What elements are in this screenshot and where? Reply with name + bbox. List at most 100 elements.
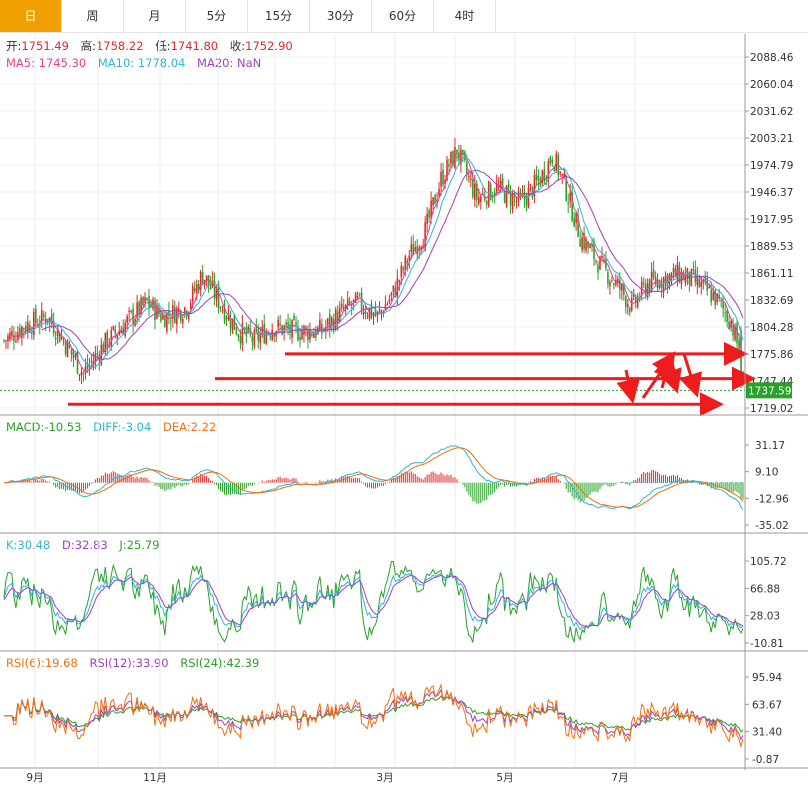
kdj-j-line bbox=[3, 561, 744, 644]
candle-body bbox=[621, 284, 623, 291]
candle-body bbox=[291, 320, 293, 338]
candle-body bbox=[154, 300, 156, 320]
candle-body bbox=[561, 174, 564, 176]
candle-body bbox=[611, 279, 613, 281]
candle-body bbox=[440, 172, 442, 187]
candle-body bbox=[330, 317, 333, 325]
candle-body bbox=[96, 353, 99, 355]
candle-body bbox=[398, 280, 401, 283]
candle-body bbox=[112, 326, 115, 330]
candle-body bbox=[358, 293, 361, 295]
candle-body bbox=[217, 286, 220, 309]
candle-body bbox=[27, 322, 29, 333]
price-tick-label: 2060.04 bbox=[750, 79, 794, 91]
candle-body bbox=[17, 332, 19, 341]
candle-body bbox=[285, 322, 287, 325]
price-tick-label: 1861.11 bbox=[750, 268, 793, 280]
candle-body bbox=[527, 187, 530, 209]
candle-body bbox=[479, 196, 482, 202]
candle-body bbox=[625, 296, 627, 308]
candle-body bbox=[698, 278, 701, 288]
candle-body bbox=[156, 304, 158, 319]
candle-body bbox=[221, 310, 224, 312]
candle-body bbox=[386, 303, 389, 305]
candle-body bbox=[301, 331, 303, 340]
candle-body bbox=[692, 269, 695, 271]
candle-body bbox=[400, 265, 403, 278]
candle-body bbox=[515, 200, 518, 202]
candle-body bbox=[265, 331, 268, 344]
candle-body bbox=[392, 285, 395, 292]
candle-body bbox=[474, 184, 476, 200]
stock-chart[interactable]: 2088.46 2060.04 2031.62 2003.21 1974.79 1946.… bbox=[0, 0, 808, 798]
rsi-tick-label: 95.94 bbox=[752, 672, 782, 684]
candle-body bbox=[438, 188, 440, 197]
candle-body bbox=[477, 197, 480, 204]
candle-body bbox=[126, 316, 128, 323]
macd-tick-label: -35.02 bbox=[755, 520, 789, 532]
candle-body bbox=[239, 336, 242, 343]
candle-body bbox=[181, 318, 184, 324]
candle-body bbox=[517, 190, 520, 200]
candle-body bbox=[537, 176, 540, 181]
candle-body bbox=[269, 335, 271, 337]
candle-body bbox=[726, 310, 728, 322]
candle-body bbox=[595, 260, 597, 262]
candle-body bbox=[15, 340, 17, 342]
price-tick-label: 1889.53 bbox=[750, 241, 793, 253]
candle-body bbox=[5, 340, 7, 342]
candle-body bbox=[511, 194, 514, 210]
price-tick-label: 1719.02 bbox=[750, 403, 793, 415]
candle-body bbox=[21, 326, 23, 339]
macd-tick-label: 31.17 bbox=[755, 440, 785, 452]
candle-body bbox=[648, 279, 651, 291]
candle-body bbox=[277, 319, 279, 327]
candle-body bbox=[388, 299, 391, 303]
candle-body bbox=[456, 149, 458, 156]
candle-body bbox=[642, 283, 645, 285]
rsi12-line bbox=[4, 688, 744, 741]
price-tick-label: 1917.95 bbox=[750, 214, 793, 226]
candle-body bbox=[720, 300, 722, 302]
candle-body bbox=[201, 272, 204, 284]
candle-body bbox=[279, 323, 281, 326]
price-tick-label: 1804.28 bbox=[750, 322, 793, 334]
candle-body bbox=[535, 174, 538, 181]
candle-body bbox=[90, 360, 93, 362]
price-tick-label: 2031.62 bbox=[750, 106, 793, 118]
candle-body bbox=[406, 260, 409, 264]
candle-body bbox=[340, 303, 343, 308]
candle-body bbox=[601, 255, 603, 258]
candle-body bbox=[448, 164, 450, 167]
candle-body bbox=[708, 286, 711, 289]
candle-body bbox=[80, 371, 83, 376]
candle-body bbox=[569, 192, 571, 202]
candle-body bbox=[7, 335, 9, 342]
candle-body bbox=[23, 328, 25, 330]
price-tick-label: 2003.21 bbox=[750, 133, 793, 145]
rsi-tick-label: 63.67 bbox=[752, 699, 782, 711]
candle-body bbox=[559, 171, 562, 174]
candle-body bbox=[295, 322, 297, 325]
candle-body bbox=[503, 191, 506, 203]
price-tick-label: 1832.69 bbox=[750, 295, 793, 307]
candle-body bbox=[193, 288, 196, 292]
candle-body bbox=[342, 306, 345, 310]
candle-body bbox=[404, 255, 407, 270]
kdj-tick-label: 105.72 bbox=[750, 556, 787, 568]
ma5-line bbox=[11, 152, 744, 373]
candle-body bbox=[82, 372, 85, 374]
rsi-tick-label: 31.40 bbox=[752, 727, 782, 739]
candle-body bbox=[728, 321, 730, 330]
candle-body bbox=[613, 283, 615, 286]
candle-body bbox=[710, 289, 713, 303]
candle-body bbox=[195, 283, 198, 293]
price-tick-label: 2088.46 bbox=[750, 52, 794, 64]
kdj-d-line bbox=[3, 574, 744, 627]
current-price-tag: 1737.59 bbox=[748, 385, 791, 397]
candle-body bbox=[428, 210, 430, 218]
candle-body bbox=[434, 194, 436, 205]
candle-body bbox=[410, 244, 413, 252]
candle-body bbox=[31, 333, 33, 335]
candle-body bbox=[114, 328, 117, 334]
